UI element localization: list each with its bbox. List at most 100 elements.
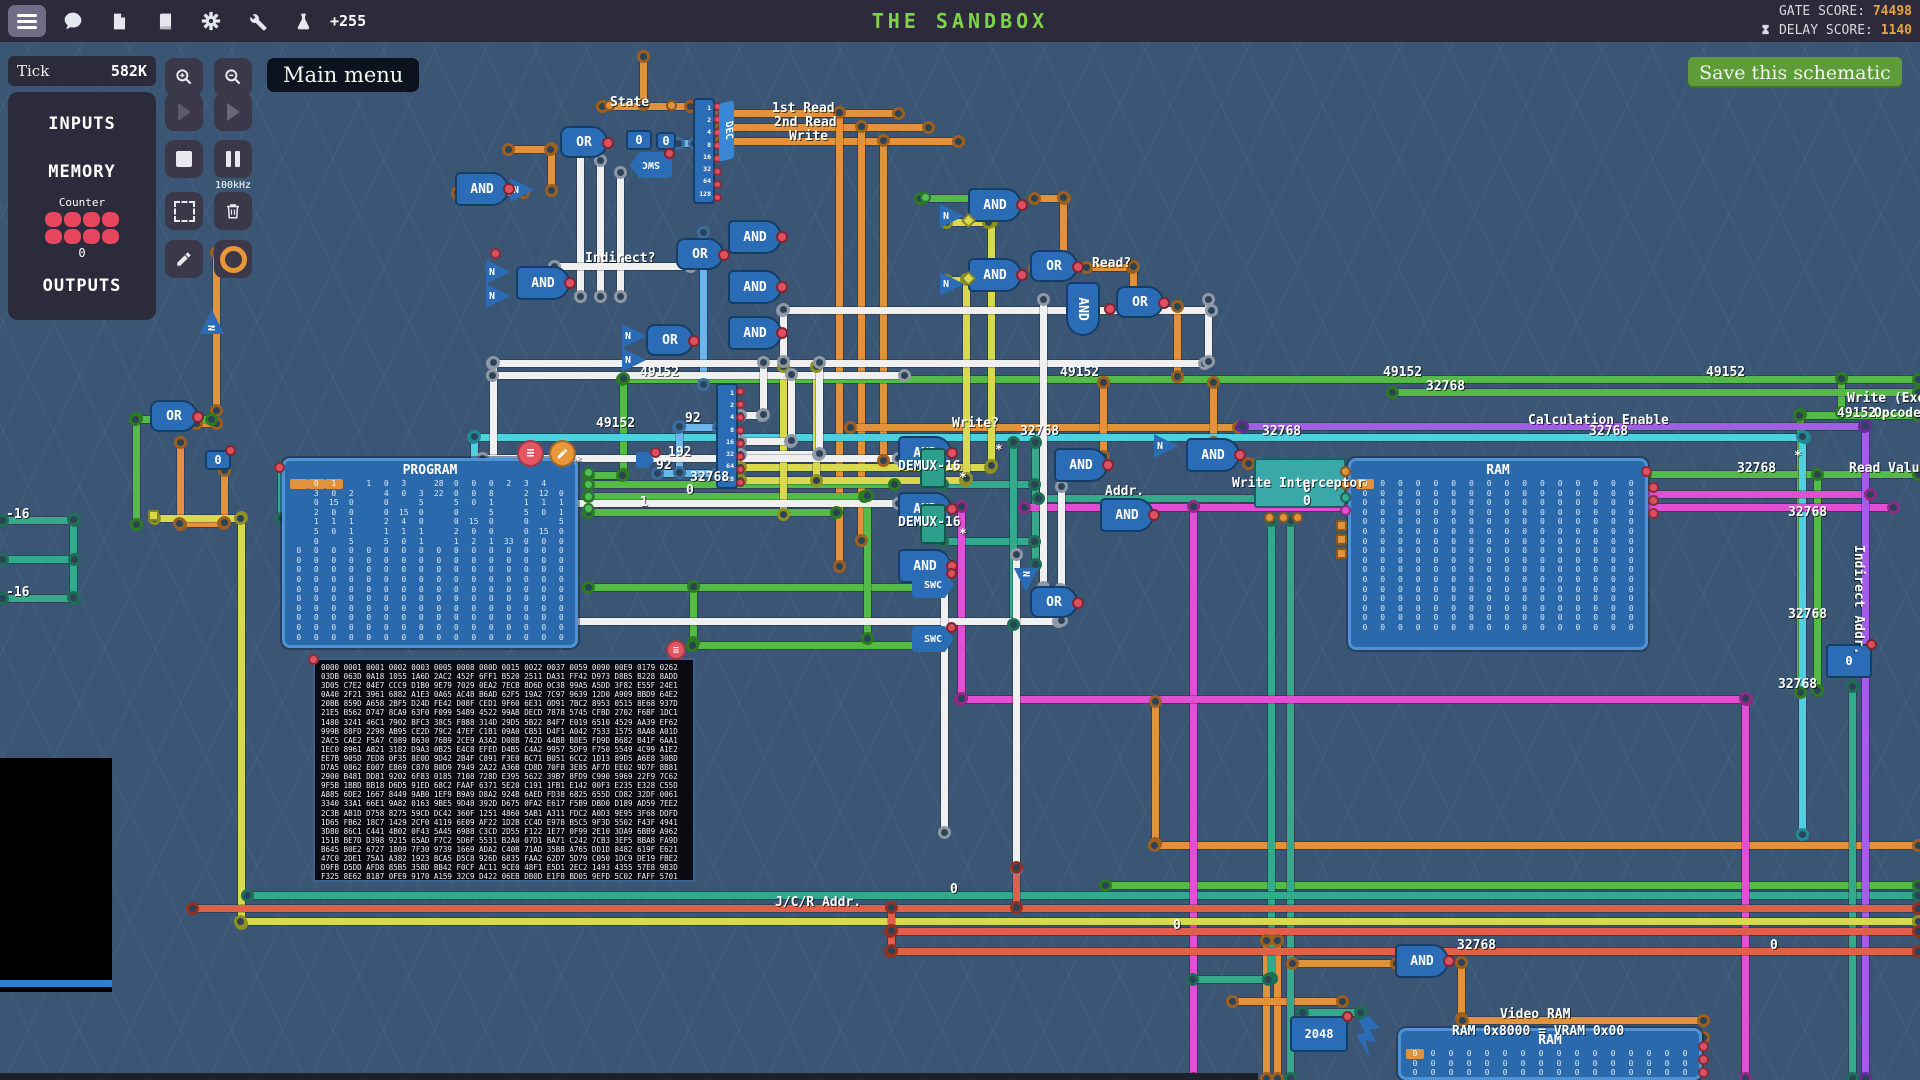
memory-cell[interactable]: 0 <box>465 585 483 595</box>
memory-cell[interactable]: 0 <box>325 556 343 566</box>
logic-gate-n[interactable]: N <box>200 310 224 334</box>
connector-pin-yellow[interactable] <box>148 510 159 521</box>
hex-dump-panel[interactable]: 0000 0001 0001 0002 0003 0005 0008 000D … <box>313 658 695 882</box>
memory-cell[interactable]: 0 <box>1534 489 1552 499</box>
memory-cell[interactable]: 1 <box>483 537 501 547</box>
wire-purple[interactable] <box>1862 423 1869 1080</box>
ram-panel[interactable]: RAM 000000000000000000000000000000000000… <box>1348 458 1648 650</box>
memory-cell[interactable]: 0 <box>1551 575 1569 585</box>
memory-cell[interactable]: 0 <box>1532 1059 1550 1069</box>
memory-cell[interactable]: 0 <box>1622 594 1640 604</box>
memory-cell[interactable]: 0 <box>1427 517 1445 527</box>
logic-gate-or[interactable]: OR <box>1030 250 1078 282</box>
memory-cell[interactable]: 0 <box>1356 508 1374 518</box>
memory-cell[interactable]: 0 <box>1409 508 1427 518</box>
memory-cell[interactable]: 0 <box>1569 623 1587 633</box>
memory-cell[interactable]: 0 <box>1445 594 1463 604</box>
memory-cell[interactable]: 0 <box>1551 623 1569 633</box>
memory-cell[interactable]: 0 <box>500 546 518 556</box>
memory-cell[interactable] <box>500 517 518 527</box>
memory-cell[interactable]: 0 <box>1640 1068 1658 1078</box>
gate-output-pin[interactable] <box>503 183 515 195</box>
memory-cell[interactable] <box>290 489 308 499</box>
memory-cell[interactable]: 0 <box>465 489 483 499</box>
wire-white[interactable] <box>941 558 948 834</box>
memory-cell[interactable]: 1 <box>325 479 343 489</box>
memory-cell[interactable]: 0 <box>1569 594 1587 604</box>
logic-gate-and[interactable]: AND <box>1054 448 1108 482</box>
memory-cell[interactable]: 0 <box>1534 594 1552 604</box>
memory-cell[interactable]: 0 <box>1498 585 1516 595</box>
memory-cell[interactable]: 0 <box>290 565 308 575</box>
memory-cell[interactable]: 0 <box>535 623 553 633</box>
memory-cell[interactable]: 0 <box>1587 623 1605 633</box>
memory-cell[interactable]: 0 <box>308 623 326 633</box>
connector-pin-orange[interactable] <box>1292 512 1303 523</box>
gate-output-pin[interactable] <box>1102 459 1114 471</box>
memory-cell[interactable]: 0 <box>1605 613 1623 623</box>
memory-cell[interactable]: 0 <box>483 623 501 633</box>
delete-button[interactable] <box>214 192 252 230</box>
memory-cell[interactable]: 0 <box>1605 517 1623 527</box>
memory-cell[interactable]: 0 <box>308 537 326 547</box>
memory-cell[interactable]: 0 <box>1551 594 1569 604</box>
memory-cell[interactable]: 1 <box>413 537 431 547</box>
memory-cell[interactable]: 0 <box>465 613 483 623</box>
gate-output-pin[interactable] <box>946 447 958 459</box>
memory-cell[interactable]: 33 <box>500 537 518 547</box>
memory-cell[interactable]: 0 <box>1622 517 1640 527</box>
memory-cell[interactable]: 0 <box>1424 1059 1442 1069</box>
memory-cell[interactable]: 0 <box>1498 489 1516 499</box>
memory-cell[interactable]: 1 <box>518 498 536 508</box>
memory-cell[interactable]: 0 <box>1427 594 1445 604</box>
memory-cell[interactable]: 0 <box>1676 1049 1694 1059</box>
memory-cell[interactable]: 0 <box>1356 613 1374 623</box>
memory-cell[interactable]: 4 <box>535 479 553 489</box>
memory-cell[interactable]: 0 <box>1392 498 1410 508</box>
memory-cell[interactable]: 0 <box>465 594 483 604</box>
memory-cell[interactable]: 0 <box>483 594 501 604</box>
wire-green[interactable] <box>1390 389 1920 396</box>
memory-cell[interactable]: 0 <box>360 565 378 575</box>
gate-output-pin[interactable] <box>1148 509 1160 521</box>
connector-pin-green[interactable] <box>583 467 594 478</box>
memory-cell[interactable]: 0 <box>1463 537 1481 547</box>
memory-cell[interactable]: 0 <box>360 633 378 643</box>
memory-cell[interactable]: 0 <box>1478 1059 1496 1069</box>
wire-orange[interactable] <box>1100 380 1107 458</box>
memory-cell[interactable] <box>553 479 571 489</box>
gate-output-pin[interactable] <box>776 327 788 339</box>
memory-cell[interactable]: 0 <box>1516 498 1534 508</box>
memory-cell[interactable]: 0 <box>1392 508 1410 518</box>
memory-cell[interactable]: 0 <box>395 604 413 614</box>
memory-cell[interactable]: 0 <box>1463 585 1481 595</box>
memory-cell[interactable]: 0 <box>1445 498 1463 508</box>
memory-cell[interactable]: 0 <box>308 633 326 643</box>
wire-yellow[interactable] <box>238 918 1920 925</box>
memory-cell[interactable]: 0 <box>1374 546 1392 556</box>
memory-cell[interactable]: 0 <box>325 613 343 623</box>
memory-cell[interactable]: 0 <box>290 575 308 585</box>
memory-cell[interactable]: 0 <box>1605 575 1623 585</box>
memory-cell[interactable]: 0 <box>1532 1068 1550 1078</box>
decoder-pin[interactable] <box>736 426 745 435</box>
memory-cell[interactable]: 2 <box>343 489 361 499</box>
memory-cell[interactable]: 0 <box>1534 479 1552 489</box>
memory-cell[interactable]: 0 <box>1569 498 1587 508</box>
memory-cell[interactable]: 0 <box>1480 594 1498 604</box>
memory-cell[interactable]: 0 <box>535 585 553 595</box>
memory-cell[interactable]: 0 <box>448 565 466 575</box>
memory-cell[interactable]: 0 <box>1427 527 1445 537</box>
memory-cell[interactable]: 0 <box>535 594 553 604</box>
memory-cell[interactable]: 0 <box>535 575 553 585</box>
memory-cell[interactable]: 0 <box>1356 517 1374 527</box>
decoder-pin[interactable] <box>736 452 745 461</box>
memory-cell[interactable]: 0 <box>1605 623 1623 633</box>
memory-cell[interactable]: 0 <box>1516 585 1534 595</box>
wire-teal[interactable] <box>1190 976 1270 983</box>
wire-green[interactable] <box>133 416 140 526</box>
memory-cell[interactable]: 0 <box>1424 1068 1442 1078</box>
wire-orange[interactable] <box>177 440 184 526</box>
gate-output-pin[interactable] <box>776 231 788 243</box>
memory-cell[interactable]: 0 <box>1427 537 1445 547</box>
